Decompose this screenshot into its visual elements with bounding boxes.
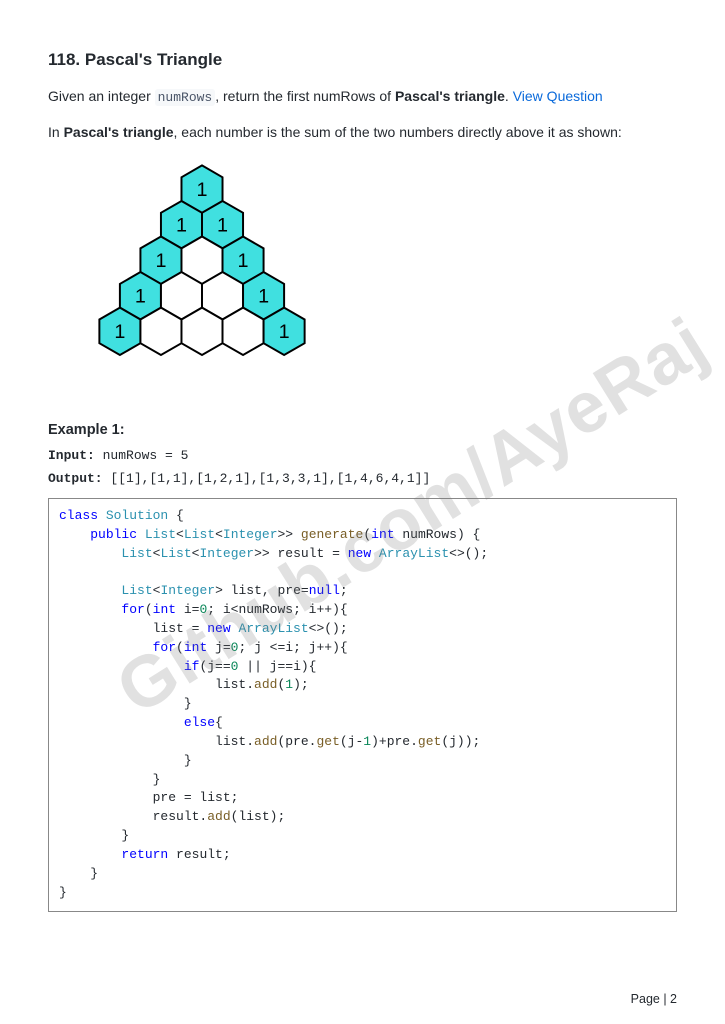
desc-pre: In xyxy=(48,124,64,140)
input-value: numRows = 5 xyxy=(95,448,189,463)
svg-text:1: 1 xyxy=(155,250,166,272)
svg-text:1: 1 xyxy=(114,321,125,343)
document-page: 118. Pascal's Triangle Given an integer … xyxy=(0,0,725,1024)
output-value: [[1],[1,1],[1,2,1],[1,3,3,1],[1,4,6,4,1]… xyxy=(103,471,431,486)
description-paragraph: In Pascal's triangle, each number is the… xyxy=(48,122,677,144)
code-block: class Solution { public List<List<Intege… xyxy=(48,498,677,912)
svg-text:1: 1 xyxy=(279,321,290,343)
intro-post: . xyxy=(505,88,513,104)
output-label: Output: xyxy=(48,471,103,486)
svg-text:1: 1 xyxy=(135,286,146,308)
intro-pre: Given an integer xyxy=(48,88,155,104)
output-line: Output: [[1],[1,1],[1,2,1],[1,3,3,1],[1,… xyxy=(48,471,677,486)
page-footer: Page | 2 xyxy=(631,992,677,1006)
svg-text:1: 1 xyxy=(197,179,208,201)
hex-triangle-svg: 111111111 xyxy=(44,158,360,398)
svg-text:1: 1 xyxy=(238,250,249,272)
intro-bold: Pascal's triangle xyxy=(395,88,505,104)
desc-post: , each number is the sum of the two numb… xyxy=(174,124,622,140)
intro-paragraph: Given an integer numRows, return the fir… xyxy=(48,86,677,108)
example-heading: Example 1: xyxy=(48,422,677,438)
svg-text:1: 1 xyxy=(176,214,187,236)
inline-code-numrows: numRows xyxy=(155,89,216,106)
pascal-triangle-figure: 111111111 xyxy=(44,158,677,398)
svg-text:1: 1 xyxy=(258,286,269,308)
problem-title: 118. Pascal's Triangle xyxy=(48,50,677,70)
desc-bold: Pascal's triangle xyxy=(64,124,174,140)
view-question-link[interactable]: View Question xyxy=(513,88,603,104)
input-line: Input: numRows = 5 xyxy=(48,448,677,463)
svg-text:1: 1 xyxy=(217,214,228,236)
intro-mid: , return the first numRows of xyxy=(215,88,395,104)
input-label: Input: xyxy=(48,448,95,463)
